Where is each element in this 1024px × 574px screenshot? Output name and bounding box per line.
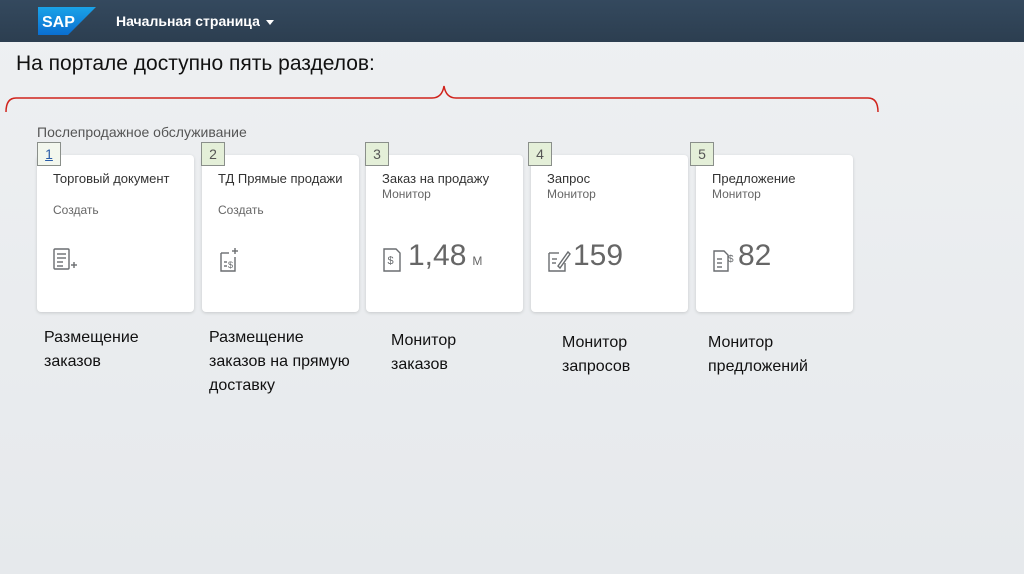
svg-text:SAP: SAP (42, 14, 75, 31)
intro-text: На портале доступно пять разделов: (16, 52, 375, 75)
tile-kpi-value: 159 (573, 239, 624, 272)
section-number-badge[interactable]: 1 (37, 142, 61, 166)
tile-request-monitor[interactable]: Запрос Монитор 159 (531, 155, 688, 312)
tile-sales-order-monitor[interactable]: Заказ на продажу Монитор $ 1,48 М (366, 155, 523, 312)
section-number-badge: 3 (365, 142, 389, 166)
home-page-menu[interactable]: Начальная страница (116, 13, 274, 29)
request-edit-icon (545, 247, 571, 273)
tile-subtitle: Создать (218, 203, 264, 217)
tile-kpi: 1,48 М (408, 239, 482, 273)
caret-down-icon (265, 19, 274, 25)
caption-order-monitor: Монитор заказов (391, 332, 457, 373)
section-number-badge: 4 (528, 142, 552, 166)
tile-kpi-unit: М (472, 254, 483, 268)
caption-order-placement: Размещение заказов (44, 329, 139, 370)
group-title: Послепродажное обслуживание (37, 124, 247, 140)
svg-text:$: $ (728, 254, 734, 265)
sales-order-icon: $ (380, 247, 406, 273)
curly-bracket (5, 85, 879, 113)
tile-quotation-monitor[interactable]: Предложение Монитор $ 82 (696, 155, 853, 312)
quotation-icon: $ (710, 247, 736, 273)
tile-kpi-value: 1,48 (408, 239, 467, 272)
document-add-icon (52, 247, 78, 273)
caption-quotation-monitor: Монитор предложений (708, 334, 808, 375)
caption-request-monitor: Монитор запросов (562, 334, 631, 375)
tile-title: ТД Прямые продажи (218, 171, 343, 186)
svg-text:$: $ (228, 260, 233, 270)
tile-kpi: 159 (573, 239, 623, 273)
tile-kpi-value: 82 (738, 239, 772, 272)
tile-title: Запрос (547, 171, 591, 186)
tile-subtitle: Монитор (547, 187, 596, 201)
tile-title: Предложение (712, 171, 796, 186)
caption-direct-delivery: Размещение заказов на прямую доставку (209, 329, 350, 394)
tile-subtitle: Создать (53, 203, 99, 217)
home-page-title: Начальная страница (116, 13, 260, 29)
tile-sales-document-create[interactable]: Торговый документ Создать (37, 155, 194, 312)
tile-title: Торговый документ (53, 171, 170, 186)
section-number-badge: 5 (690, 142, 714, 166)
section-number-badge: 2 (201, 142, 225, 166)
tile-title: Заказ на продажу (382, 171, 490, 186)
sap-logo[interactable]: SAP (38, 7, 96, 35)
shell-bar: SAP Начальная страница (0, 0, 1024, 42)
svg-text:$: $ (388, 255, 394, 267)
tile-subtitle: Монитор (712, 187, 761, 201)
tile-kpi: 82 (738, 239, 771, 273)
tile-direct-sales-create[interactable]: ТД Прямые продажи Создать $ (202, 155, 359, 312)
tile-subtitle: Монитор (382, 187, 431, 201)
invoice-add-icon: $ (217, 247, 243, 273)
